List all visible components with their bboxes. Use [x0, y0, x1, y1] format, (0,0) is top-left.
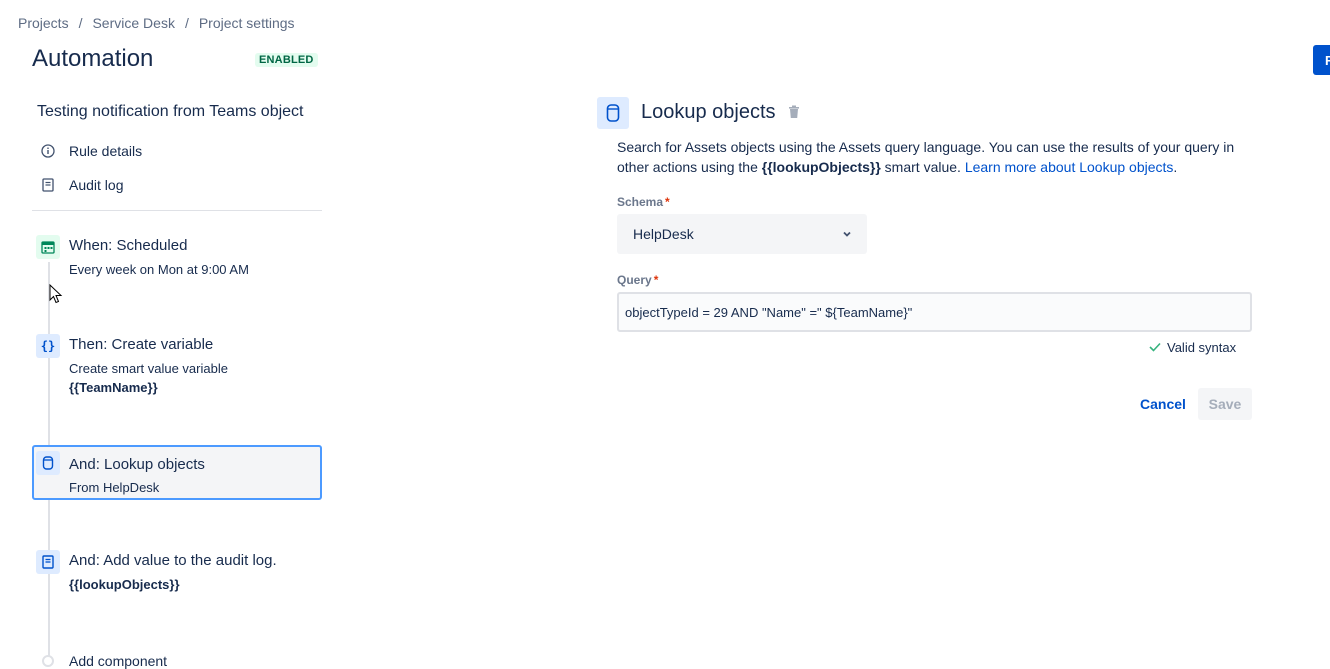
- rule-name: Testing notification from Teams object: [37, 103, 304, 120]
- step-title: And: Lookup objects: [69, 456, 205, 473]
- schema-select[interactable]: HelpDesk: [617, 214, 867, 254]
- top-right-button[interactable]: R: [1313, 45, 1330, 75]
- breadcrumb-separator: /: [78, 15, 83, 31]
- breadcrumb: Projects / Service Desk / Project settin…: [18, 15, 295, 31]
- query-input[interactable]: objectTypeId = 29 AND "Name" =" ${TeamNa…: [617, 292, 1252, 332]
- audit-log-icon: [40, 177, 56, 193]
- required-marker: *: [665, 195, 670, 209]
- page-title: Automation: [32, 45, 154, 72]
- divider: [32, 210, 322, 211]
- breadcrumb-separator: /: [184, 15, 189, 31]
- rule-details-link[interactable]: Rule details: [40, 143, 142, 159]
- schema-label: Schema *: [617, 195, 670, 209]
- chevron-down-icon: [841, 227, 853, 243]
- braces-icon: {}: [36, 334, 60, 358]
- cancel-button[interactable]: Cancel: [1132, 388, 1194, 420]
- info-icon: [40, 143, 56, 159]
- step-subtitle: Create smart value variable: [69, 361, 228, 376]
- save-button[interactable]: Save: [1198, 388, 1252, 420]
- panel-title: Lookup objects: [641, 101, 776, 123]
- step-smart-value: {{lookupObjects}}: [69, 577, 180, 592]
- add-component-label: Add component: [69, 653, 168, 669]
- database-icon: [36, 451, 60, 475]
- add-component-dot-icon: [42, 655, 54, 667]
- step-subtitle: From HelpDesk: [69, 480, 160, 495]
- step-lookup-objects[interactable]: And: Lookup objects From HelpDesk: [32, 445, 322, 500]
- step-subtitle: Every week on Mon at 9:00 AM: [69, 262, 249, 277]
- valid-syntax-indicator: Valid syntax: [1149, 340, 1236, 355]
- smart-value-text: {{lookupObjects}}: [761, 159, 881, 175]
- panel-description: Search for Assets objects using the Asse…: [617, 139, 1235, 175]
- step-audit-log[interactable]: And: Add value to the audit log. {{looku…: [32, 550, 322, 595]
- audit-log-link[interactable]: Audit log: [40, 177, 123, 193]
- step-title: Then: Create variable: [69, 336, 214, 353]
- status-badge: ENABLED: [255, 53, 318, 67]
- step-smart-value: {{TeamName}}: [69, 380, 158, 395]
- database-icon: [597, 97, 629, 129]
- required-marker: *: [653, 273, 659, 287]
- step-trigger-scheduled[interactable]: When: Scheduled Every week on Mon at 9:0…: [32, 235, 322, 285]
- mouse-cursor-icon: [49, 284, 63, 304]
- checkmark-icon: [1149, 340, 1161, 355]
- schema-value: HelpDesk: [633, 226, 694, 242]
- step-title: And: Add value to the audit log.: [69, 552, 277, 569]
- valid-syntax-label: Valid syntax: [1167, 340, 1237, 355]
- step-title: When: Scheduled: [69, 237, 188, 254]
- rule-details-label: Rule details: [69, 143, 143, 159]
- breadcrumb-project-settings[interactable]: Project settings: [199, 15, 295, 31]
- learn-more-link[interactable]: Learn more about Lookup objects: [965, 159, 1174, 175]
- audit-log-icon: [36, 550, 60, 574]
- audit-log-label: Audit log: [69, 177, 124, 193]
- step-create-variable[interactable]: {} Then: Create variable Create smart va…: [32, 334, 322, 398]
- query-label: Query *: [617, 273, 659, 287]
- breadcrumb-projects[interactable]: Projects: [18, 15, 69, 31]
- breadcrumb-service-desk[interactable]: Service Desk: [92, 15, 174, 31]
- trash-icon[interactable]: [788, 105, 800, 124]
- calendar-icon: [36, 235, 60, 259]
- add-component-button[interactable]: Add component: [42, 653, 167, 669]
